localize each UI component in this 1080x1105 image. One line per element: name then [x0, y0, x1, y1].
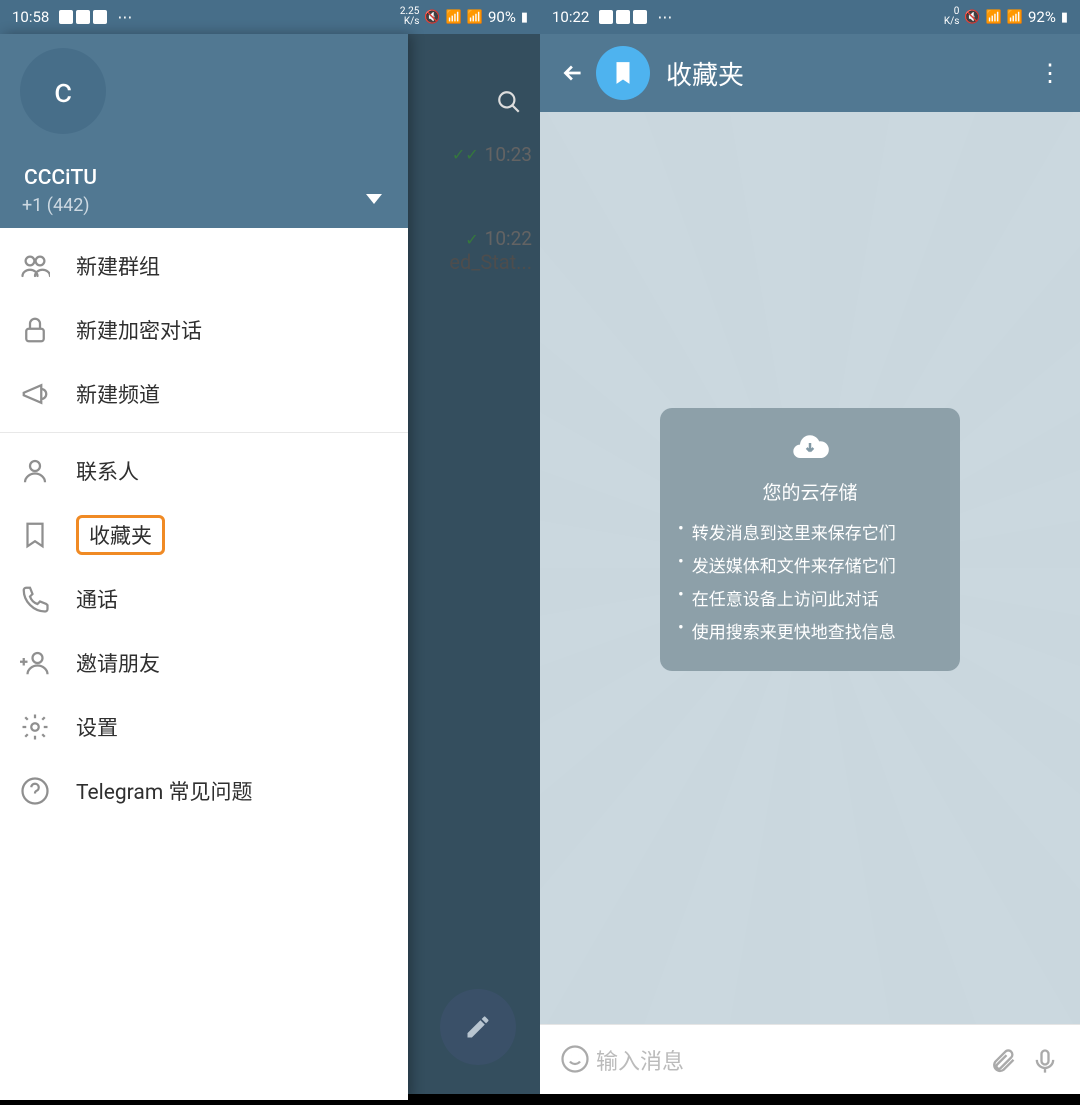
more-icon: ⋯: [657, 8, 674, 26]
status-bar: 10:58 ⋯ 2.25 K/s 🔇 📶 📶 90% ▮: [0, 0, 540, 34]
drawer-item-gear[interactable]: 设置: [0, 695, 408, 759]
info-bullet: 转发消息到这里来保存它们: [678, 519, 942, 544]
more-icon: ⋯: [117, 8, 134, 26]
navigation-drawer: c CCCiTU +1 (442) 新建群组新建加密对话新建频道联系人收藏夹通话…: [0, 34, 408, 1100]
battery-icon: ▮: [1061, 10, 1068, 25]
bookmark-icon[interactable]: [596, 46, 650, 100]
status-bar: 10:22 ⋯ 0 K/s 🔇 📶 📶 92% ▮: [540, 0, 1080, 34]
drawer-header[interactable]: c CCCiTU +1 (442): [0, 34, 408, 228]
lock-icon: [20, 315, 76, 345]
signal-icon: 📶: [467, 10, 483, 25]
chat-list-item[interactable]: ✓10:22 ed_Stat...: [410, 204, 540, 274]
read-check-icon: ✓: [465, 230, 478, 249]
info-bullet: 发送媒体和文件来存储它们: [678, 552, 942, 577]
chat-header: 收藏夹 ⋮: [540, 34, 1080, 112]
notification-icon: [93, 10, 107, 24]
chevron-down-icon[interactable]: [366, 194, 382, 204]
avatar[interactable]: c: [20, 48, 106, 134]
info-card: 您的云存储 转发消息到这里来保存它们发送媒体和文件来存储它们在任意设备上访问此对…: [660, 408, 960, 671]
back-button[interactable]: [550, 60, 596, 86]
drawer-item-label: 新建频道: [76, 379, 160, 409]
wifi-icon: 📶: [986, 10, 1002, 25]
drawer-item-adduser[interactable]: 邀请朋友: [0, 631, 408, 695]
drawer-item-label: Telegram 常见问题: [76, 776, 252, 806]
account-phone: +1 (442): [22, 195, 90, 216]
battery-icon: ▮: [521, 10, 528, 25]
info-bullet: 使用搜索来更快地查找信息: [678, 618, 942, 643]
drawer-item-help[interactable]: Telegram 常见问题: [0, 759, 408, 823]
notification-icon: [599, 10, 613, 24]
drawer-item-label: 设置: [76, 712, 118, 742]
wifi-icon: 📶: [446, 10, 462, 25]
drawer-item-phone[interactable]: 通话: [0, 567, 408, 631]
message-input-bar: [540, 1024, 1080, 1100]
drawer-item-person[interactable]: 联系人: [0, 439, 408, 503]
drawer-item-lock[interactable]: 新建加密对话: [0, 298, 408, 362]
more-menu-button[interactable]: ⋮: [1030, 59, 1070, 87]
battery-level: 90%: [488, 8, 516, 26]
emoji-button[interactable]: [554, 1044, 596, 1081]
attachment-button[interactable]: [982, 1047, 1024, 1079]
mute-icon: 🔇: [964, 10, 980, 25]
battery-level: 92%: [1028, 8, 1056, 26]
drawer-item-label: 收藏夹: [76, 515, 165, 555]
person-icon: [20, 456, 76, 486]
drawer-item-label: 新建加密对话: [76, 315, 202, 345]
notification-icon: [616, 10, 630, 24]
notification-icon: [76, 10, 90, 24]
drawer-item-megaphone[interactable]: 新建频道: [0, 362, 408, 426]
account-name: CCCiTU: [24, 166, 97, 190]
mic-button[interactable]: [1024, 1047, 1066, 1079]
mute-icon: 🔇: [424, 10, 440, 25]
chat-title: 收藏夹: [666, 55, 1030, 92]
compose-fab[interactable]: [440, 989, 516, 1065]
card-title: 您的云存储: [678, 478, 942, 505]
group-icon: [20, 251, 76, 281]
signal-icon: 📶: [1007, 10, 1023, 25]
search-icon[interactable]: [496, 89, 522, 122]
drawer-item-label: 联系人: [76, 456, 139, 486]
status-time: 10:58: [12, 8, 49, 26]
drawer-item-group[interactable]: 新建群组: [0, 234, 408, 298]
status-time: 10:22: [552, 8, 589, 26]
drawer-item-label: 邀请朋友: [76, 648, 160, 678]
info-bullet: 在任意设备上访问此对话: [678, 585, 942, 610]
adduser-icon: [20, 648, 76, 678]
drawer-item-bookmark[interactable]: 收藏夹: [0, 503, 408, 567]
drawer-item-label: 通话: [76, 584, 118, 614]
chat-body: 您的云存储 转发消息到这里来保存它们发送媒体和文件来存储它们在任意设备上访问此对…: [540, 112, 1080, 1024]
bookmark-icon: [20, 520, 76, 550]
message-input[interactable]: [596, 1050, 982, 1075]
read-check-icon: ✓✓: [452, 145, 479, 164]
network-speed: 0 K/s: [944, 7, 960, 27]
help-icon: [20, 776, 76, 806]
notification-icon: [59, 10, 73, 24]
network-speed: 2.25 K/s: [400, 7, 420, 27]
cloud-download-icon: [678, 428, 942, 468]
gear-icon: [20, 712, 76, 742]
notification-icon: [633, 10, 647, 24]
drawer-item-label: 新建群组: [76, 251, 160, 281]
megaphone-icon: [20, 379, 76, 409]
phone-icon: [20, 584, 76, 614]
